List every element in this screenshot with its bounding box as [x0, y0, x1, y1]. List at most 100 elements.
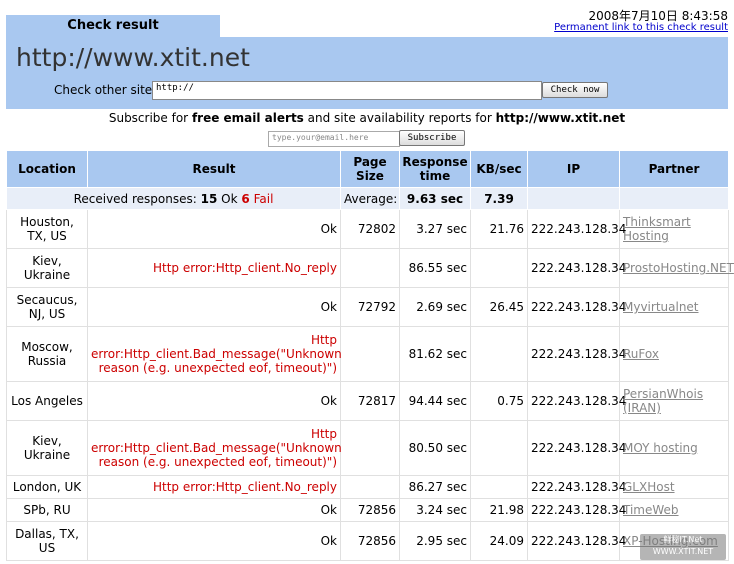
result-cell: Ok: [87, 521, 341, 561]
result-cell: Http error:Http_client.Bad_message("Unkn…: [87, 326, 342, 382]
email-input[interactable]: type.your@email.here: [268, 131, 400, 147]
partner-link[interactable]: GLXHost: [623, 480, 675, 494]
ok-count: 15: [200, 191, 218, 206]
response-time-cell: 3.27 sec: [399, 209, 471, 249]
subscribe-text: Subscribe for free email alerts and site…: [6, 111, 728, 125]
response-time-cell: 80.50 sec: [399, 420, 471, 476]
table-row: Kiev, Ukraine Http error:Http_client.Bad_…: [6, 420, 729, 476]
page-size-cell: [340, 326, 400, 382]
partner-link[interactable]: Myvirtualnet: [623, 300, 699, 314]
location-cell: Moscow, Russia: [6, 326, 88, 382]
kbsec-cell: [470, 420, 528, 476]
partner-link[interactable]: RuFox: [623, 347, 659, 361]
page-title: http://www.xtit.net: [16, 43, 250, 72]
partner-cell: Myvirtualnet: [619, 287, 729, 327]
subscribe-button[interactable]: Subscribe: [399, 130, 465, 146]
ip-cell: 222.243.128.34: [527, 209, 626, 249]
table-row: London, UK Http error:Http_client.No_repl…: [6, 475, 729, 499]
watermark-line1: 鲜秘IT.Net: [663, 535, 703, 544]
ok-label: Ok: [221, 191, 238, 206]
partner-link[interactable]: TimeWeb: [623, 503, 679, 517]
page-size-cell: [340, 475, 400, 499]
result-cell: Http error:Http_client.No_reply: [87, 475, 341, 499]
page-size-cell: 72856: [340, 498, 400, 522]
fail-label: Fail: [253, 191, 274, 206]
result-cell: Ok: [87, 498, 341, 522]
header-panel: http://www.xtit.net Check other site: ht…: [6, 37, 728, 109]
table-row: SPb, RU Ok 72856 3.24 sec 21.98 222.243.128.3…: [6, 498, 729, 522]
table-row: Kiev, Ukraine Http error:Http_client.No_r…: [6, 248, 734, 288]
subscribe-site: http://www.xtit.net: [495, 111, 626, 125]
response-time-cell: 2.95 sec: [399, 521, 471, 561]
col-kbsec: KB/sec: [470, 150, 528, 188]
subscribe-bold: free email alerts: [191, 111, 304, 125]
summary-empty-partner: [619, 187, 729, 210]
response-time-cell: 3.24 sec: [399, 498, 471, 522]
avg-kbsec: 7.39: [470, 187, 528, 210]
ip-cell: 222.243.128.34: [527, 381, 626, 421]
page-size-cell: 72817: [340, 381, 400, 421]
col-result: Result: [87, 150, 341, 188]
partner-cell: Thinksmart Hosting: [619, 209, 729, 249]
response-time-cell: 2.69 sec: [399, 287, 471, 327]
received-summary: Received responses: 15 Ok 6 Fail: [6, 187, 341, 210]
received-label: Received responses:: [73, 191, 197, 206]
partner-cell: ProstoHosting.NET: [619, 248, 734, 288]
kbsec-cell: [470, 248, 528, 288]
col-ip: IP: [527, 150, 620, 188]
page-size-cell: 72802: [340, 209, 400, 249]
table-row: Dallas, TX, US Ok 72856 2.95 sec 24.09 222.24…: [6, 521, 729, 561]
partner-link[interactable]: Thinksmart Hosting: [623, 215, 691, 243]
partner-cell: RuFox: [619, 326, 729, 382]
ip-cell: 222.243.128.34: [527, 326, 626, 382]
summary-empty-ip: [527, 187, 620, 210]
summary-row: Received responses: 15 Ok 6 Fail Average…: [6, 187, 729, 210]
check-now-button[interactable]: Check now: [542, 82, 608, 98]
kbsec-cell: [470, 326, 528, 382]
result-cell: Ok: [87, 381, 341, 421]
subscribe-pre: Subscribe for: [108, 111, 192, 125]
ip-cell: 222.243.128.34: [527, 521, 626, 561]
response-time-cell: 86.55 sec: [399, 248, 471, 288]
partner-cell: GLXHost: [619, 475, 729, 499]
page-size-cell: 72856: [340, 521, 400, 561]
url-input[interactable]: http://: [152, 81, 542, 100]
permalink[interactable]: Permanent link to this check result: [554, 22, 728, 33]
partner-cell: TimeWeb: [619, 498, 729, 522]
response-time-cell: 94.44 sec: [399, 381, 471, 421]
table-row: Los Angeles Ok 72817 94.44 sec 0.75 222.243.1…: [6, 381, 729, 421]
table-header-row: Location Result Page Size Response time …: [6, 150, 729, 188]
response-time-cell: 81.62 sec: [399, 326, 471, 382]
kbsec-cell: 0.75: [470, 381, 528, 421]
result-cell: Http error:Http_client.No_reply: [87, 248, 341, 288]
location-cell: Kiev, Ukraine: [6, 420, 88, 476]
col-location: Location: [6, 150, 88, 188]
kbsec-cell: 24.09: [470, 521, 528, 561]
watermark-line2: WWW.XTIT.NET: [652, 547, 714, 556]
avg-response: 9.63 sec: [399, 187, 471, 210]
partner-link[interactable]: MOY hosting: [623, 441, 698, 455]
check-other-label: Check other site:: [54, 83, 157, 97]
location-cell: SPb, RU: [6, 498, 88, 522]
partner-cell: MOY hosting: [619, 420, 729, 476]
location-cell: Secaucus, NJ, US: [6, 287, 88, 327]
col-page-size: Page Size: [340, 150, 400, 188]
subscribe-mid: and site availability reports for: [303, 111, 496, 125]
results-table: Location Result Page Size Response time …: [6, 150, 734, 561]
kbsec-cell: 26.45: [470, 287, 528, 327]
watermark-logo: 鲜秘IT.Net WWW.XTIT.NET: [640, 534, 726, 560]
kbsec-cell: 21.76: [470, 209, 528, 249]
tab-check-result[interactable]: Check result: [6, 15, 220, 37]
table-row: Moscow, Russia Http error:Http_client.Bad…: [6, 326, 729, 382]
partner-link[interactable]: ProstoHosting.NET: [623, 261, 734, 275]
ip-cell: 222.243.128.34: [527, 498, 626, 522]
page-size-cell: [340, 248, 400, 288]
table-row: Secaucus, NJ, US Ok 72792 2.69 sec 26.45 222.…: [6, 287, 729, 327]
location-cell: Los Angeles: [6, 381, 88, 421]
ip-cell: 222.243.128.34: [527, 420, 626, 476]
partner-link[interactable]: PersianWhois (IRAN): [623, 387, 703, 415]
response-time-cell: 86.27 sec: [399, 475, 471, 499]
partner-cell: PersianWhois (IRAN): [619, 381, 729, 421]
result-cell: Ok: [87, 287, 341, 327]
result-cell: Ok: [87, 209, 341, 249]
